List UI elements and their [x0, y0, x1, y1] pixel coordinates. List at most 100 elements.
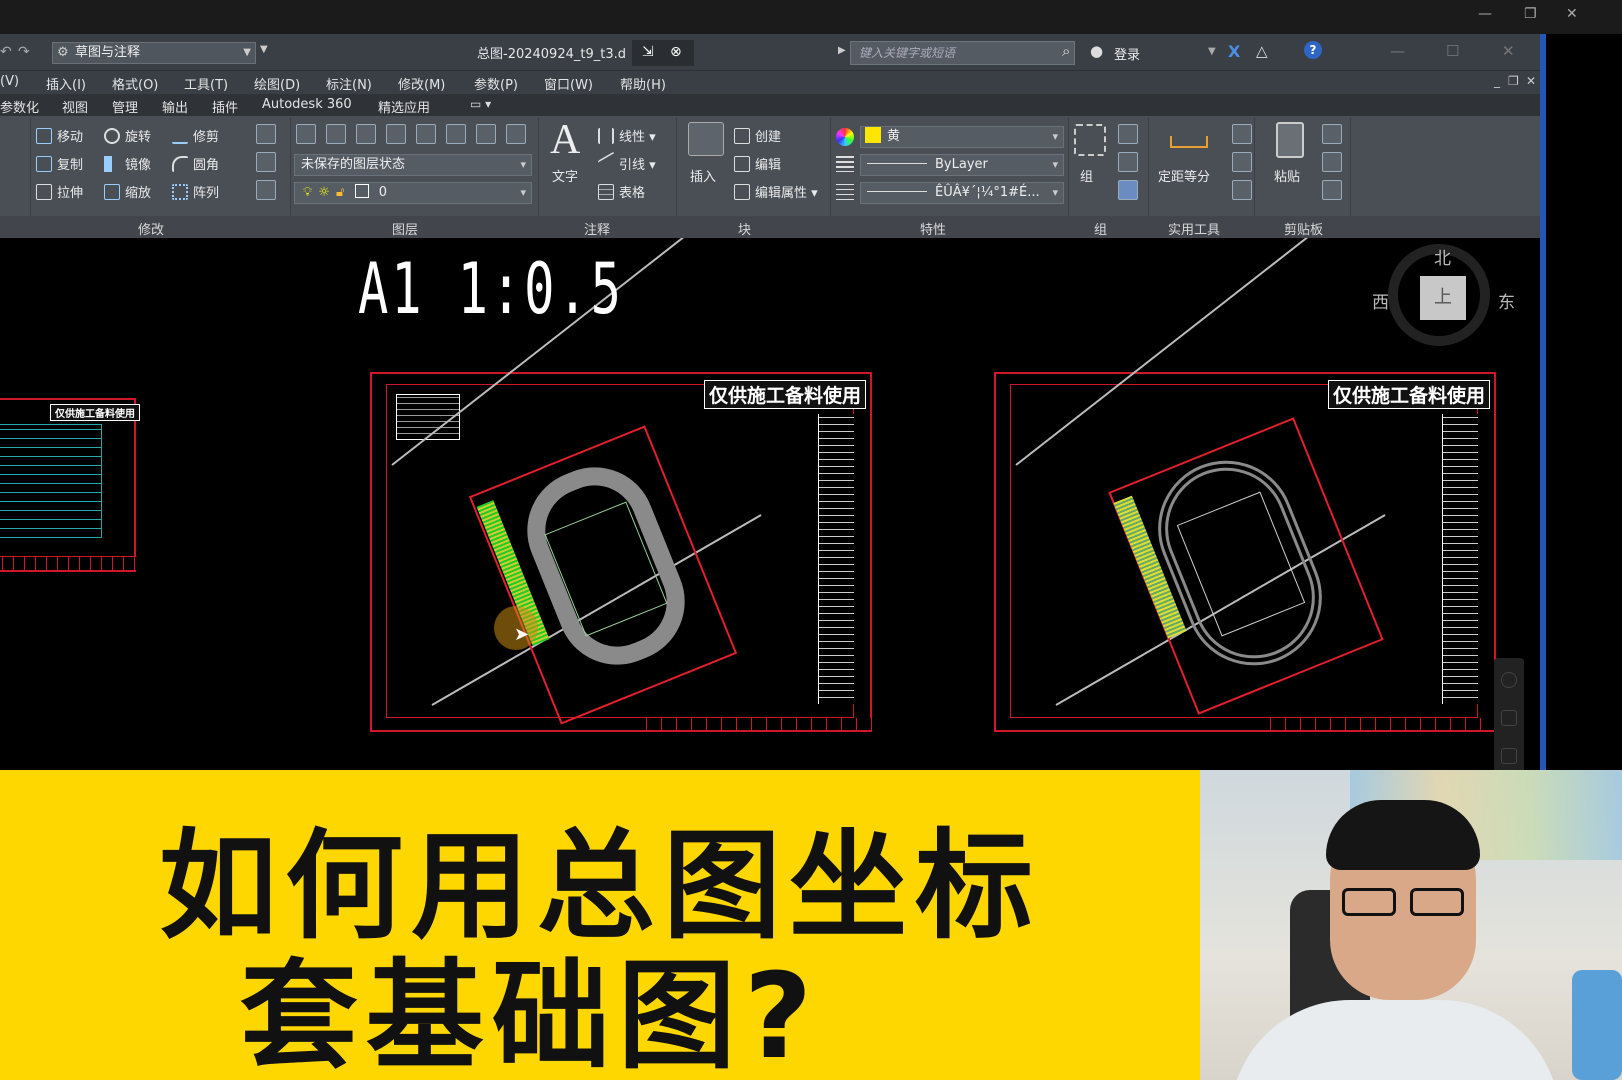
tab-manage[interactable]: 管理	[112, 97, 138, 116]
offset-icon[interactable]	[256, 180, 276, 200]
doc-close-icon[interactable]: ✕	[1526, 74, 1536, 88]
app-maximize-icon[interactable]: ☐	[1446, 42, 1459, 60]
tab-view[interactable]: 视图	[62, 97, 88, 116]
close-tab-icon[interactable]: ⊗	[670, 44, 682, 60]
app-close-icon[interactable]: ✕	[1502, 42, 1515, 60]
menu-item-tools[interactable]: 工具(T)	[184, 74, 228, 93]
layer-lock-icon[interactable]	[476, 124, 496, 144]
tab-autodesk360[interactable]: Autodesk 360	[262, 97, 352, 112]
calculator-icon[interactable]	[1232, 180, 1252, 200]
layer-previous-icon[interactable]	[356, 124, 376, 144]
insert-icon[interactable]	[688, 122, 724, 156]
measure-icon[interactable]	[1170, 136, 1208, 148]
tab-output[interactable]: 输出	[162, 97, 188, 116]
linetype-icon[interactable]	[836, 184, 854, 200]
tab-plugins[interactable]: 插件	[212, 97, 238, 116]
menu-item-draw[interactable]: 绘图(D)	[254, 74, 300, 93]
menu-item-help[interactable]: 帮助(H)	[620, 74, 666, 93]
edit-block-button[interactable]: 编辑	[734, 154, 781, 173]
viewcube-top-face[interactable]: 上	[1420, 276, 1466, 320]
pan-icon[interactable]	[1501, 710, 1517, 726]
copy-button[interactable]: 复制	[36, 154, 83, 173]
edit-attributes-button[interactable]: 编辑属性 ▾	[734, 182, 818, 201]
outer-restore-icon[interactable]: ❐	[1524, 6, 1537, 22]
tab-featured-apps[interactable]: 精选应用	[378, 97, 430, 116]
outer-close-icon[interactable]: ✕	[1566, 6, 1578, 22]
paste-button-label[interactable]: 粘贴	[1274, 166, 1300, 185]
move-button[interactable]: 移动	[36, 126, 83, 145]
group-button-label[interactable]: 组	[1080, 166, 1093, 185]
panel-title-utilities[interactable]: 实用工具	[1168, 219, 1220, 238]
measure-button-label[interactable]: 定距等分	[1158, 166, 1210, 185]
layer-properties-icon[interactable]	[296, 124, 316, 144]
insert-button-label[interactable]: 插入	[690, 166, 716, 185]
table-button[interactable]: 表格	[598, 182, 645, 201]
group-select-icon[interactable]	[1118, 180, 1138, 200]
erase-icon[interactable]	[256, 124, 276, 144]
text-icon[interactable]: A	[550, 116, 580, 164]
select-all-icon[interactable]	[1232, 152, 1252, 172]
panel-title-modify[interactable]: 修改	[138, 219, 164, 238]
compass-east[interactable]: 东	[1498, 288, 1515, 313]
login-button[interactable]: 登录	[1114, 44, 1140, 63]
menu-item-parametric[interactable]: 参数(P)	[474, 74, 518, 93]
explode-icon[interactable]	[256, 152, 276, 172]
compass-west[interactable]: 西	[1372, 288, 1389, 313]
quick-access-dropdown-icon[interactable]: ▼	[260, 44, 268, 55]
fillet-button[interactable]: 圆角	[172, 154, 219, 173]
linear-dim-button[interactable]: 线性 ▾	[598, 126, 656, 145]
a360-icon[interactable]: △	[1256, 42, 1268, 60]
layer-freeze-icon[interactable]	[416, 124, 436, 144]
panel-title-layer[interactable]: 图层	[392, 219, 418, 238]
match-properties-icon[interactable]	[1322, 180, 1342, 200]
group-icon[interactable]	[1074, 124, 1106, 156]
drawing-canvas[interactable]: 仅供施工备料使用 仅供施工备料使用 ➤ 仅供施工备料使用	[0, 238, 1540, 770]
linetype-select[interactable]: ByLayer	[860, 154, 1064, 176]
menu-item-dimension[interactable]: 标注(N)	[326, 74, 372, 93]
workspace-select[interactable]: ⚙ 草图与注释 ▼	[52, 42, 256, 64]
menu-item-modify[interactable]: 修改(M)	[398, 74, 445, 93]
lineweight-icon[interactable]	[836, 156, 854, 172]
rotate-button[interactable]: 旋转	[104, 126, 151, 145]
cut-icon[interactable]	[1322, 124, 1342, 144]
login-dropdown-icon[interactable]: ▼	[1208, 46, 1216, 57]
search-input[interactable]: 键入关键字或短语	[850, 41, 1075, 65]
exchange-icon[interactable]: X	[1228, 42, 1240, 61]
panel-title-clipboard[interactable]: 剪贴板	[1284, 219, 1323, 238]
layer-state-select[interactable]: 未保存的图层状态	[294, 154, 532, 176]
group-edit-icon[interactable]	[1118, 152, 1138, 172]
panel-title-annotation[interactable]: 注释	[584, 219, 610, 238]
layer-match-icon[interactable]	[326, 124, 346, 144]
compass-north[interactable]: 北	[1434, 244, 1451, 269]
undo-icon[interactable]: ↶	[0, 44, 12, 60]
search-arrow-icon[interactable]: ▶	[838, 45, 846, 56]
copy-clip-icon[interactable]	[1322, 152, 1342, 172]
menu-item-insert[interactable]: 插入(I)	[46, 74, 86, 93]
help-icon[interactable]: ?	[1304, 41, 1322, 59]
menu-item-format[interactable]: 格式(O)	[112, 74, 158, 93]
text-button-label[interactable]: 文字	[552, 166, 578, 185]
steering-wheel-icon[interactable]	[1501, 672, 1517, 688]
ribbon-toggle-icon[interactable]: ▭ ▾	[470, 97, 491, 111]
array-button[interactable]: 阵列	[172, 182, 219, 201]
ungroup-icon[interactable]	[1118, 124, 1138, 144]
doc-restore-icon[interactable]: ❐	[1508, 74, 1519, 88]
trim-button[interactable]: 修剪	[172, 126, 219, 145]
layer-isolate-icon[interactable]	[386, 124, 406, 144]
redo-icon[interactable]: ↷	[18, 44, 30, 60]
menu-item-window[interactable]: 窗口(W)	[544, 74, 593, 93]
scale-button[interactable]: 缩放	[104, 182, 151, 201]
share-icon[interactable]: ⇲	[642, 44, 654, 60]
paste-icon[interactable]	[1276, 122, 1304, 158]
layer-off-icon[interactable]	[446, 124, 466, 144]
mirror-button[interactable]: 镜像	[104, 154, 151, 173]
zoom-icon[interactable]	[1501, 748, 1517, 764]
panel-title-group[interactable]: 组	[1094, 219, 1107, 238]
lineweight-select[interactable]: ÊÛÂ¥´¦¼°1#É...	[860, 182, 1064, 204]
stretch-button[interactable]: 拉伸	[36, 182, 83, 201]
current-layer-select[interactable]: 💡︎ ☼ 🔓︎ 0	[294, 182, 532, 204]
leader-button[interactable]: 引线 ▾	[598, 151, 656, 177]
app-minimize-icon[interactable]: —	[1390, 42, 1405, 60]
outer-minimize-icon[interactable]: —	[1478, 6, 1492, 22]
tab-parametric[interactable]: 参数化	[0, 97, 39, 116]
